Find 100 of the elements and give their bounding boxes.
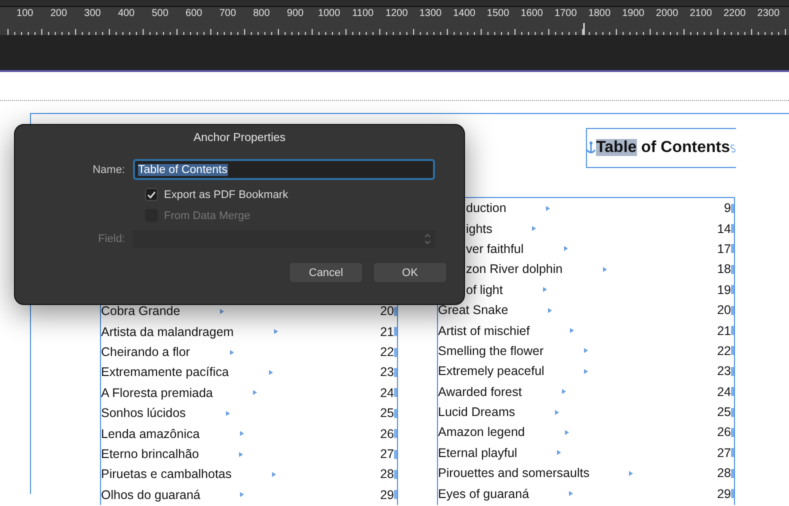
toc-page-number: 27 <box>717 446 731 460</box>
pilcrow-icon <box>394 408 397 418</box>
tab-mark-icon <box>629 470 634 476</box>
pilcrow-icon <box>731 408 734 417</box>
toc-entry-title: Artista da malandragem <box>101 324 234 339</box>
toc-page-number: 21 <box>380 324 394 339</box>
dialog-title: Anchor Properties <box>192 132 287 144</box>
toc-entry-title: Eyes of guaraná <box>438 486 530 501</box>
stepper-icon <box>424 233 431 245</box>
tab-mark-icon <box>220 308 224 314</box>
toc-entry-title: Lenda amazônica <box>101 426 200 441</box>
tab-mark-icon <box>602 266 607 272</box>
checkbox-label: From Data Merge <box>164 210 250 222</box>
tab-mark-icon <box>570 328 574 334</box>
tab-mark-icon <box>548 308 552 313</box>
ruler-label: 800 <box>252 7 271 21</box>
tab-mark-icon <box>272 472 276 477</box>
toc-page-number: 17 <box>717 242 731 256</box>
tab-mark-icon <box>274 329 278 334</box>
toc-page-number: 22 <box>380 345 394 360</box>
toc-entry-title: Piruetas e cambalhotas <box>101 467 232 482</box>
toc-entry-title: Cheirando a flor <box>101 345 190 360</box>
tab-mark-icon <box>238 452 243 457</box>
ruler-label: 300 <box>83 7 102 21</box>
pilcrow-icon <box>394 470 397 479</box>
dialog-button[interactable]: OK <box>374 263 446 282</box>
tab-mark-icon <box>564 430 569 435</box>
toc-page-number: 9 <box>724 201 731 216</box>
tab-mark-icon <box>252 390 257 396</box>
toc-page-number: 26 <box>717 425 731 440</box>
pilcrow-icon <box>731 468 734 478</box>
ruler-label: 1700 <box>554 7 578 21</box>
tab-mark-icon <box>546 206 550 211</box>
pilcrow-icon <box>731 346 734 356</box>
ruler-label: 1500 <box>486 7 510 21</box>
toc-page-number: 23 <box>380 365 394 380</box>
pilcrow-icon <box>731 204 734 213</box>
name-field[interactable]: Table of Contents <box>133 159 435 180</box>
toc-entry-title: Eternal playful <box>438 446 518 460</box>
tab-mark-icon <box>564 246 568 252</box>
checkbox[interactable] <box>145 188 158 201</box>
toc-entry-title: Olhos do guaraná <box>101 488 200 502</box>
toc-entry-title: duction <box>466 201 506 216</box>
pilcrow-icon <box>731 448 734 458</box>
ruler-label: 1200 <box>384 7 409 21</box>
pilcrow-icon <box>731 306 734 315</box>
toc-entry-title: zon River dolphin <box>466 262 563 276</box>
toc-page-number: 28 <box>380 467 394 482</box>
toc-entry-title: A Floresta premiada <box>101 386 213 400</box>
pilcrow-icon <box>394 490 397 500</box>
toc-entry-title: Smelling the flower <box>438 344 544 358</box>
ruler-label: 2100 <box>688 7 713 21</box>
toc-entry-title: Great Snake <box>438 303 508 318</box>
toc-entry-title: Awarded forest <box>438 384 522 399</box>
toc-page-number: 20 <box>717 303 731 318</box>
toc-entry-title: Extremamente pacífica <box>101 365 229 380</box>
ruler-label: 900 <box>286 7 305 21</box>
ruler-label: 1900 <box>621 7 646 21</box>
tab-mark-icon <box>226 410 230 416</box>
toc-page-number: 14 <box>717 222 731 236</box>
toc-page-number: 23 <box>717 364 731 378</box>
ruler-label: 500 <box>150 7 170 21</box>
toc-entry-title: Amazon legend <box>438 425 525 440</box>
toc-page-number: 20 <box>380 304 394 318</box>
tab-mark-icon <box>555 410 560 415</box>
heading-frame[interactable]: Table of Contents <box>586 128 736 168</box>
tab-mark-icon <box>542 287 547 292</box>
toc-entry-title: ights <box>466 222 492 236</box>
toc-page-number: 19 <box>717 282 731 297</box>
toc-page-number: 21 <box>717 324 731 338</box>
toc-page-number: 22 <box>717 344 731 358</box>
name-label: Name: <box>92 164 126 176</box>
pilcrow-icon <box>731 224 734 234</box>
checkbox-label: Export as PDF Bookmark <box>164 188 288 200</box>
pilcrow-icon <box>731 366 734 376</box>
toc-page-number: 25 <box>717 405 731 420</box>
ruler-label: 1400 <box>452 7 476 21</box>
toc-entry-title: of light <box>466 282 503 297</box>
pilcrow-icon <box>731 326 734 336</box>
ruler-label: 1300 <box>418 7 443 21</box>
toc-entry-title: Extremely peaceful <box>438 364 544 378</box>
pilcrow-icon <box>394 306 397 316</box>
field-label: Field: <box>97 233 126 245</box>
ruler-label: 700 <box>218 7 238 21</box>
toc-page-number: 27 <box>380 447 394 462</box>
pilcrow-icon <box>394 429 397 438</box>
tab-mark-icon <box>532 226 536 232</box>
ruler-label: 400 <box>116 7 136 21</box>
pilcrow-icon <box>394 327 397 336</box>
toc-entry-title: Pirouettes and somersaults <box>438 466 590 480</box>
pilcrow-icon <box>731 264 734 274</box>
pilcrow-icon <box>731 489 734 498</box>
tab-mark-icon <box>230 350 234 355</box>
toc-entry-title: ver faithful <box>466 242 524 256</box>
pilcrow-icon <box>394 450 397 459</box>
dialog-button[interactable]: Cancel <box>290 263 362 282</box>
ruler-label: 2200 <box>722 7 747 21</box>
pilcrow-icon <box>731 387 734 396</box>
ruler-label: 200 <box>49 7 68 21</box>
ruler-label: 1000 <box>316 7 342 21</box>
